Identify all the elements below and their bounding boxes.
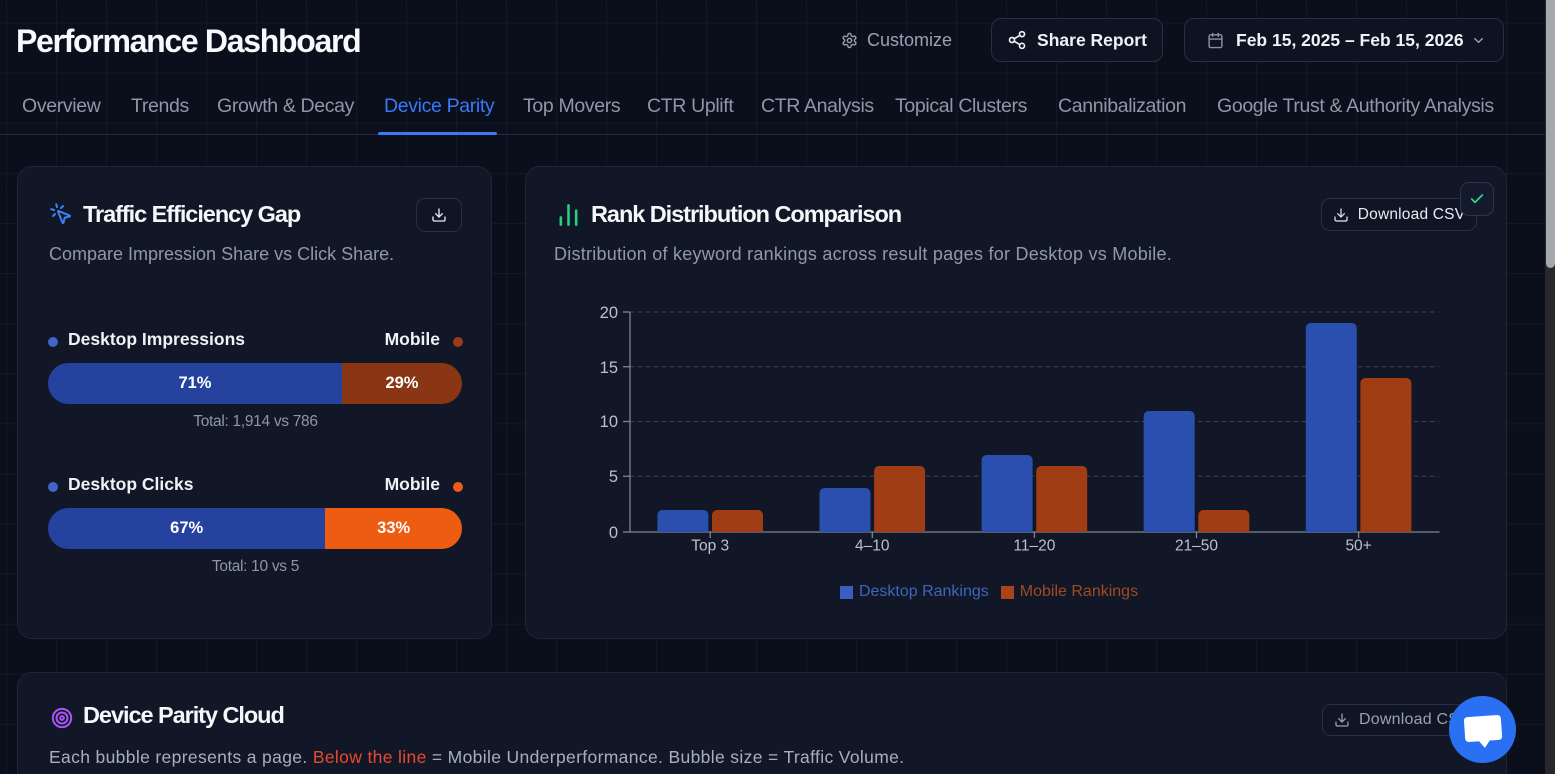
svg-text:20: 20 — [600, 304, 618, 322]
svg-text:21–50: 21–50 — [1175, 538, 1218, 555]
svg-text:11–20: 11–20 — [1013, 538, 1055, 555]
svg-text:4–10: 4–10 — [855, 538, 890, 555]
svg-text:50+: 50+ — [1345, 538, 1371, 555]
svg-text:Top 3: Top 3 — [691, 538, 729, 555]
svg-text:10: 10 — [600, 413, 618, 431]
svg-text:0: 0 — [609, 524, 618, 542]
svg-text:15: 15 — [600, 359, 618, 377]
svg-text:5: 5 — [609, 468, 618, 486]
